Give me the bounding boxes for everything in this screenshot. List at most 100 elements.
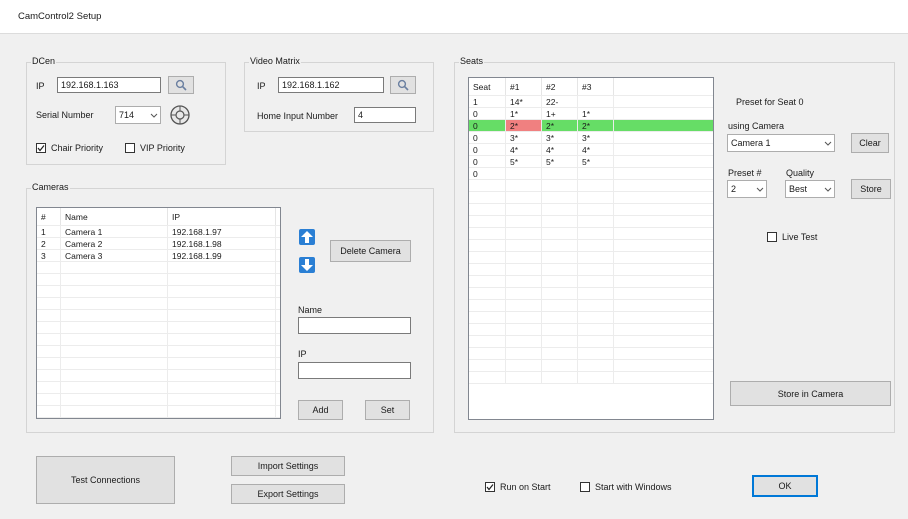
seat-row[interactable]: 0 3* 3* 3*: [469, 132, 713, 144]
title-bar: CamControl2 Setup: [0, 0, 908, 34]
camera-cell: [61, 334, 168, 345]
test-connections-button[interactable]: Test Connections: [36, 456, 175, 504]
seats-list[interactable]: Seat #1 #2 #3 1 14* 22- 0 1* 1+ 1* 0 2* 2* 2* 0 3* 3* 3* 0 4…: [468, 77, 714, 420]
delete-camera-button[interactable]: Delete Camera: [330, 240, 411, 262]
clear-button[interactable]: Clear: [851, 133, 889, 153]
vm-search-button[interactable]: [390, 76, 416, 94]
seat-cell: [578, 264, 614, 275]
seat-cell: [469, 252, 506, 263]
seat-row[interactable]: 1 14* 22-: [469, 96, 713, 108]
seat-row[interactable]: 0 1* 1+ 1*: [469, 108, 713, 120]
camera-row[interactable]: 2 Camera 2 192.168.1.98: [37, 238, 280, 250]
camera-cell: 2: [37, 238, 61, 249]
camera-cell: 3: [37, 250, 61, 261]
seat-cell: [506, 180, 542, 191]
camera-column-header[interactable]: IP: [168, 208, 276, 225]
seat-cell: [578, 180, 614, 191]
export-settings-button[interactable]: Export Settings: [231, 484, 345, 504]
camera-cell: [37, 274, 61, 285]
seat-row[interactable]: 0 2* 2* 2*: [469, 120, 713, 132]
camera-cell: [37, 322, 61, 333]
camera-cell: [61, 394, 168, 405]
camera-cell: [168, 406, 276, 417]
preset-select[interactable]: 2: [727, 180, 767, 198]
camera-cell: [37, 406, 61, 417]
dcen-ip-input[interactable]: 192.168.1.163: [57, 77, 161, 93]
camera-cell: [61, 358, 168, 369]
dcen-serial-combo[interactable]: 714: [115, 106, 161, 124]
chair-priority-checkbox[interactable]: [36, 143, 46, 153]
seat-cell: [614, 144, 713, 155]
store-button[interactable]: Store: [851, 179, 891, 199]
seat-cell: [506, 300, 542, 311]
camera-cell: [276, 226, 280, 237]
seat-cell: [578, 336, 614, 347]
seat-cell: 2*: [506, 120, 542, 131]
seat-cell: [542, 336, 578, 347]
seat-row: [469, 288, 713, 300]
vip-priority-checkbox[interactable]: [125, 143, 135, 153]
seat-cell: [506, 324, 542, 335]
seat-cell: [506, 240, 542, 251]
seat-column-header[interactable]: #1: [506, 78, 542, 95]
camera-cell: Camera 3: [61, 250, 168, 261]
seat-row: [469, 360, 713, 372]
camera-row[interactable]: 3 Camera 3 192.168.1.99: [37, 250, 280, 262]
seat-cell: 2*: [542, 120, 578, 131]
seat-column-header[interactable]: Seat: [469, 78, 506, 95]
camera-cell: 192.168.1.98: [168, 238, 276, 249]
camera-cell: [276, 310, 280, 321]
seat-cell: [614, 264, 713, 275]
camera-cell: [276, 406, 280, 417]
seat-cell: 3*: [506, 132, 542, 143]
camera-row: [37, 286, 280, 298]
seat-cell: [614, 132, 713, 143]
start-with-windows-checkbox[interactable]: [580, 482, 590, 492]
ok-button[interactable]: OK: [752, 475, 818, 497]
seat-cell: [578, 228, 614, 239]
camera-select[interactable]: Camera 1: [727, 134, 835, 152]
seat-row[interactable]: 0 5* 5* 5*: [469, 156, 713, 168]
seat-cell: 3*: [542, 132, 578, 143]
seat-row: [469, 240, 713, 252]
seat-column-header[interactable]: #3: [578, 78, 614, 95]
store-in-camera-button[interactable]: Store in Camera: [730, 381, 891, 406]
seat-cell: [506, 288, 542, 299]
dcen-search-button[interactable]: [168, 76, 194, 94]
camera-cell: [168, 358, 276, 369]
camera-column-header[interactable]: Name: [61, 208, 168, 225]
camera-cell: [61, 298, 168, 309]
camera-column-header[interactable]: #: [37, 208, 61, 225]
add-camera-button[interactable]: Add: [298, 400, 343, 420]
search-icon: [175, 79, 187, 91]
dcen-refresh-button[interactable]: [169, 104, 191, 126]
camera-name-input[interactable]: [298, 317, 411, 334]
home-input-field[interactable]: 4: [354, 107, 416, 123]
seats-grid: Seat #1 #2 #3 1 14* 22- 0 1* 1+ 1* 0 2* 2* 2* 0 3* 3* 3* 0 4…: [469, 78, 713, 384]
camera-row[interactable]: 1 Camera 1 192.168.1.97: [37, 226, 280, 238]
seat-row[interactable]: 0: [469, 168, 713, 180]
seat-cell: [614, 348, 713, 359]
seat-cell: 5*: [506, 156, 542, 167]
vm-ip-input[interactable]: 192.168.1.162: [278, 77, 384, 93]
seat-header-row: Seat #1 #2 #3: [469, 78, 713, 96]
quality-select[interactable]: Best: [785, 180, 835, 198]
import-settings-button[interactable]: Import Settings: [231, 456, 345, 476]
camera-cell: [37, 394, 61, 405]
move-up-button[interactable]: [298, 228, 316, 246]
seat-cell: [506, 252, 542, 263]
camera-cell: [276, 370, 280, 381]
set-camera-button[interactable]: Set: [365, 400, 410, 420]
live-test-checkbox[interactable]: [767, 232, 777, 242]
seat-column-header[interactable]: #2: [542, 78, 578, 95]
move-down-button[interactable]: [298, 256, 316, 274]
camera-cell: [37, 334, 61, 345]
run-on-start-checkbox[interactable]: [485, 482, 495, 492]
cameras-list[interactable]: # Name IP 1 Camera 1 192.168.1.97 2 Camera 2 192…: [36, 207, 281, 419]
seat-row[interactable]: 0 4* 4* 4*: [469, 144, 713, 156]
camera-ip-input[interactable]: [298, 362, 411, 379]
seat-cell: [542, 252, 578, 263]
home-input-label: Home Input Number: [257, 111, 339, 121]
seat-cell: [506, 168, 542, 179]
camera-cell: [61, 322, 168, 333]
